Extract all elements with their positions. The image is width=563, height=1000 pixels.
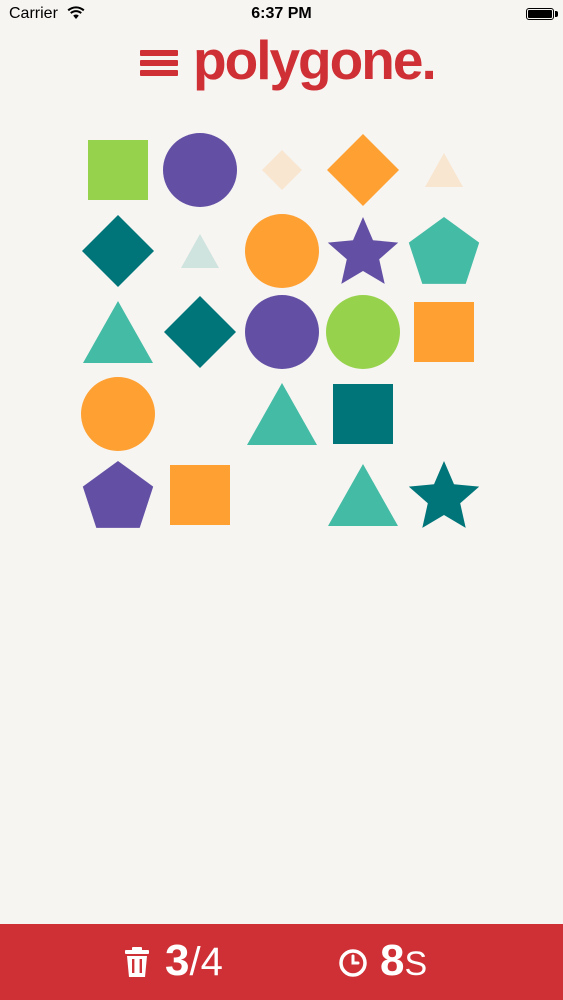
moves-used: 3	[165, 936, 190, 985]
tile-r0-c4-pale_peach-triangle[interactable]	[425, 153, 463, 187]
tile-r4-c4-teal-star[interactable]	[408, 461, 480, 528]
clock-time: 6:37 PM	[251, 5, 312, 22]
tile-r1-c0-teal-diamond[interactable]	[82, 215, 154, 287]
app-logo: polygone.	[193, 29, 437, 91]
moves-total: /4	[189, 940, 223, 984]
hamburger-menu-icon[interactable]	[140, 48, 178, 78]
tile-r3-c2-turquoise-triangle[interactable]	[247, 383, 317, 445]
tile-r1-c3-purple-star[interactable]	[327, 217, 399, 284]
battery-nub	[555, 11, 558, 17]
game-board[interactable]	[0, 120, 563, 550]
tile-r0-c1-purple-circle[interactable]	[163, 133, 237, 207]
tile-r0-c3-orange-diamond[interactable]	[327, 134, 399, 206]
tile-r1-c2-orange-circle[interactable]	[245, 214, 319, 288]
countdown-timer: 8S	[380, 936, 427, 986]
tile-r3-c3-teal-square[interactable]	[333, 384, 393, 444]
trash-icon	[123, 946, 151, 983]
battery-icon	[526, 8, 554, 20]
status-bar: Carrier 6:37 PM	[0, 0, 563, 30]
bottom-bar: 3/4 8S	[0, 924, 563, 1000]
tile-r3-c0-orange-circle[interactable]	[81, 377, 155, 451]
tile-r2-c0-turquoise-triangle[interactable]	[83, 301, 153, 363]
tile-r0-c2-pale_peach-diamond[interactable]	[262, 150, 302, 190]
tile-r2-c1-teal-diamond[interactable]	[164, 296, 236, 368]
timer-value: 8	[380, 936, 405, 985]
tile-r4-c0-purple-pentagon[interactable]	[82, 461, 154, 528]
tile-r1-c1-pale_mint-triangle[interactable]	[181, 234, 219, 268]
tile-r4-c1-orange-square[interactable]	[170, 465, 230, 525]
tile-r2-c4-orange-square[interactable]	[414, 302, 474, 362]
tile-r4-c3-turquoise-triangle[interactable]	[328, 464, 398, 526]
board-canvas[interactable]	[0, 120, 563, 550]
clock-icon	[338, 948, 368, 983]
moves-counter: 3/4	[165, 936, 223, 986]
app-header: polygone.	[0, 29, 563, 100]
tile-r0-c0-green-square[interactable]	[88, 140, 148, 200]
tile-r2-c2-purple-circle[interactable]	[245, 295, 319, 369]
tile-r2-c3-green-circle[interactable]	[326, 295, 400, 369]
timer-unit: S	[404, 945, 428, 983]
tile-r1-c4-turquoise-pentagon[interactable]	[408, 217, 480, 284]
